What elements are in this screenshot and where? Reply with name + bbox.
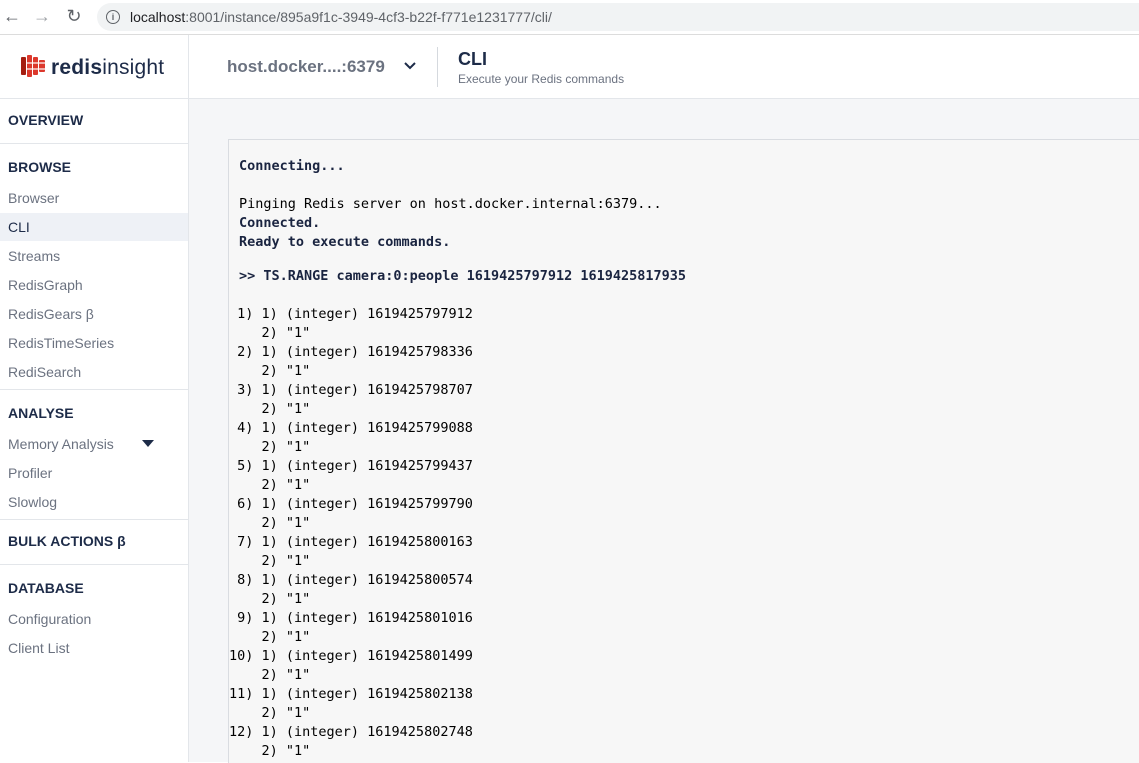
sidebar-item-label: Configuration <box>8 611 92 627</box>
cli-result-line: 2) "1" <box>229 667 311 683</box>
page-subtitle: Execute your Redis commands <box>458 72 625 86</box>
address-bar[interactable]: i localhost:8001/instance/895a9f1c-3949-… <box>97 3 1139 31</box>
sidebar-item-label: RedisGraph <box>8 277 83 293</box>
sidebar-item-cli[interactable]: CLI <box>0 213 188 241</box>
sidebar-item-label: Browser <box>8 190 60 206</box>
sidebar-item-profiler[interactable]: Profiler <box>0 459 188 487</box>
cli-result-line: 6) 1) (integer) 1619425799790 <box>229 496 473 512</box>
cli-result-line: 3) 1) (integer) 1619425798707 <box>229 382 473 398</box>
sidebar-divider <box>0 389 188 390</box>
cli-result-row: 4) 1) (integer) 1619425799088 2) "1" <box>229 420 829 458</box>
sidebar-item-label: Slowlog <box>8 494 58 510</box>
sidebar-item-label: RedisTimeSeries <box>8 335 115 351</box>
cli-output-panel[interactable]: Connecting... Pinging Redis server on ho… <box>228 139 1139 763</box>
sidebar-item-label: Memory Analysis <box>8 436 114 452</box>
cli-result-row: 12) 1) (integer) 1619425802748 2) "1" <box>229 724 829 762</box>
url-text[interactable]: localhost:8001/instance/895a9f1c-3949-4c… <box>130 9 552 25</box>
cli-result-line: 2) 1) (integer) 1619425798336 <box>229 344 473 360</box>
cli-result-line: 2) "1" <box>229 515 311 531</box>
app-header: redisinsight host.docker....:6379 CLI Ex… <box>0 35 1139 99</box>
database-selector[interactable]: host.docker....:6379 <box>227 57 385 77</box>
cli-command-text: >> TS.RANGE camera:0:people 161942579791… <box>239 268 687 284</box>
sidebar-item-slowlog[interactable]: Slowlog <box>0 488 188 516</box>
cli-result-line: 2) "1" <box>229 477 311 493</box>
sidebar-item-label: RediSearch <box>8 364 82 380</box>
cli-result-row: 10) 1) (integer) 1619425801499 2) "1" <box>229 648 829 686</box>
url-host: localhost <box>130 9 186 25</box>
cli-result-line: 2) "1" <box>229 629 311 645</box>
cli-results: 1) 1) (integer) 1619425797912 2) "1" 2) … <box>229 306 929 763</box>
cli-result-line: 2) "1" <box>229 439 311 455</box>
sidebar-bulk-actions[interactable]: BULK ACTIONS β <box>8 533 126 549</box>
cli-result-line: 8) 1) (integer) 1619425800574 <box>229 572 473 588</box>
cli-result-row: 6) 1) (integer) 1619425799790 2) "1" <box>229 496 829 534</box>
sidebar-item-redistimeseries[interactable]: RedisTimeSeries <box>0 329 188 357</box>
cli-result-row: 3) 1) (integer) 1619425798707 2) "1" <box>229 382 829 420</box>
sidebar-item-redisearch[interactable]: RediSearch <box>0 358 188 386</box>
browser-toolbar: ← → ↻ i localhost:8001/instance/895a9f1c… <box>0 0 1139 35</box>
cli-result-row: 1) 1) (integer) 1619425797912 2) "1" <box>229 306 829 344</box>
logo-text: redisinsight <box>51 56 164 80</box>
cli-result-line: 10) 1) (integer) 1619425801499 <box>229 648 473 664</box>
cli-connected-text: Connected. <box>239 215 321 231</box>
logo-text-bold: redis <box>51 56 103 79</box>
sidebar-item-label: Streams <box>8 248 61 264</box>
cli-result-line: 2) "1" <box>229 325 311 341</box>
sidebar-item-redisgears[interactable]: RedisGears β <box>0 300 188 328</box>
sidebar-item-redisgraph[interactable]: RedisGraph <box>0 271 188 299</box>
cli-result-row: 2) 1) (integer) 1619425798336 2) "1" <box>229 344 829 382</box>
cli-result-row: 5) 1) (integer) 1619425799437 2) "1" <box>229 458 829 496</box>
sidebar-section-database: DATABASE <box>8 580 84 596</box>
sidebar-item-label: CLI <box>8 219 30 235</box>
sidebar-item-label: RedisGears β <box>8 306 94 322</box>
forward-icon[interactable]: → <box>30 5 54 29</box>
sidebar-item-configuration[interactable]: Configuration <box>0 605 188 633</box>
cli-result-line: 9) 1) (integer) 1619425801016 <box>229 610 473 626</box>
cli-connecting-text: Connecting... <box>239 158 345 174</box>
cli-result-row: 9) 1) (integer) 1619425801016 2) "1" <box>229 610 829 648</box>
cli-result-line: 2) "1" <box>229 743 311 759</box>
cli-result-line: 2) "1" <box>229 401 311 417</box>
sidebar-overview[interactable]: OVERVIEW <box>8 112 83 128</box>
cli-pinging-text: Pinging Redis server on host.docker.inte… <box>239 196 662 212</box>
sidebar-item-browser[interactable]: Browser <box>0 184 188 212</box>
cli-result-line: 2) "1" <box>229 363 311 379</box>
sidebar-item-client-list[interactable]: Client List <box>0 634 188 662</box>
sidebar-divider <box>0 519 188 520</box>
cli-result-line: 4) 1) (integer) 1619425799088 <box>229 420 473 436</box>
cli-result-line: 1) 1) (integer) 1619425797912 <box>229 306 473 322</box>
redis-logo-icon <box>21 55 45 77</box>
sidebar-item-memory-analysis[interactable]: Memory Analysis <box>0 430 188 458</box>
cli-result-row: 8) 1) (integer) 1619425800574 2) "1" <box>229 572 829 610</box>
header-divider <box>188 35 189 98</box>
cli-result-line: 2) "1" <box>229 591 311 607</box>
cli-result-line: 11) 1) (integer) 1619425802138 <box>229 686 473 702</box>
sidebar-divider <box>0 143 188 144</box>
cli-result-row: 7) 1) (integer) 1619425800163 2) "1" <box>229 534 829 572</box>
chevron-down-icon[interactable] <box>403 61 417 71</box>
sidebar-section-browse: BROWSE <box>8 159 71 175</box>
info-icon[interactable]: i <box>106 10 120 24</box>
main-content: Connecting... Pinging Redis server on ho… <box>189 99 1139 763</box>
sidebar-item-label: Profiler <box>8 465 53 481</box>
cli-result-line: 2) "1" <box>229 553 311 569</box>
sidebar-item-label: Client List <box>8 640 70 656</box>
cli-result-line: 7) 1) (integer) 1619425800163 <box>229 534 473 550</box>
sidebar-divider <box>0 564 188 565</box>
sidebar-section-analyse: ANALYSE <box>8 405 74 421</box>
cli-result-line: 12) 1) (integer) 1619425802748 <box>229 724 473 740</box>
header-divider-2 <box>437 47 438 87</box>
cli-ready-text: Ready to execute commands. <box>239 234 451 250</box>
caret-down-icon[interactable] <box>142 440 154 447</box>
cli-result-line: 5) 1) (integer) 1619425799437 <box>229 458 473 474</box>
page-title: CLI <box>458 49 487 69</box>
sidebar: OVERVIEW BROWSE Browser CLI Streams Redi… <box>0 99 189 762</box>
url-path: :8001/instance/895a9f1c-3949-4cf3-b22f-f… <box>185 9 552 25</box>
sidebar-item-streams[interactable]: Streams <box>0 242 188 270</box>
cli-result-line: 2) "1" <box>229 705 311 721</box>
back-icon[interactable]: ← <box>0 5 24 29</box>
logo-text-light: insight <box>102 56 165 79</box>
reload-icon[interactable]: ↻ <box>62 5 86 29</box>
cli-result-row: 11) 1) (integer) 1619425802138 2) "1" <box>229 686 829 724</box>
